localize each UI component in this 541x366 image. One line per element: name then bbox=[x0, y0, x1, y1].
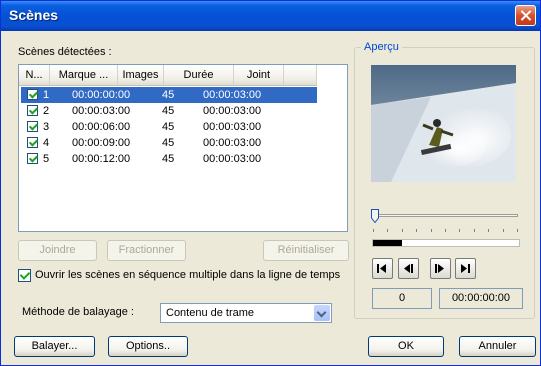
preview-image bbox=[371, 65, 516, 182]
open-multiple-checkbox[interactable] bbox=[18, 269, 31, 282]
close-button[interactable] bbox=[515, 5, 536, 26]
options-button[interactable]: Options.. bbox=[108, 336, 188, 357]
scene-mark: 00:00:09:00 bbox=[72, 137, 131, 149]
scan-button[interactable]: Balayer... bbox=[14, 336, 95, 357]
scene-number: 1 bbox=[43, 89, 50, 101]
column-duration[interactable]: Durée bbox=[164, 65, 234, 85]
column-mark[interactable]: Marque ... bbox=[50, 65, 118, 85]
table-row[interactable]: 5 00:00:12:00 45 00:00:03:00 bbox=[21, 151, 317, 167]
window-title: Scènes bbox=[9, 7, 59, 23]
go-to-end-button[interactable] bbox=[455, 258, 476, 279]
column-joint[interactable]: Joint bbox=[234, 65, 284, 85]
progress-fill bbox=[373, 240, 403, 246]
ok-button[interactable]: OK bbox=[368, 336, 444, 357]
scan-method-value: Contenu de trame bbox=[166, 307, 255, 319]
timecode-field: 00:00:00:00 bbox=[439, 288, 523, 309]
column-number[interactable]: N... bbox=[19, 65, 50, 85]
table-row[interactable]: 2 00:00:03:00 45 00:00:03:00 bbox=[21, 103, 317, 119]
scene-images: 45 bbox=[162, 89, 175, 101]
row-checkbox[interactable] bbox=[27, 121, 38, 132]
scene-number: 5 bbox=[43, 153, 50, 165]
slider-tick bbox=[401, 229, 403, 232]
reset-button[interactable]: Réinitialiser bbox=[263, 240, 349, 261]
open-multiple-label[interactable]: Ouvrir les scènes en séquence multiple d… bbox=[35, 269, 340, 281]
go-to-start-icon bbox=[377, 264, 386, 273]
cancel-button[interactable]: Annuler bbox=[459, 336, 536, 357]
go-to-start-button[interactable] bbox=[372, 258, 393, 279]
scene-number: 4 bbox=[43, 137, 50, 149]
row-checkbox[interactable] bbox=[27, 137, 38, 148]
slider-ticks bbox=[373, 229, 519, 232]
slider-tick bbox=[416, 229, 418, 232]
preview-slider-track[interactable] bbox=[372, 214, 518, 217]
split-button[interactable]: Fractionner bbox=[107, 240, 186, 261]
preview-progress bbox=[372, 239, 520, 247]
table-row[interactable]: 1 00:00:00:00 45 00:00:03:00 bbox=[21, 87, 317, 103]
scenes-dialog: Scènes Scènes détectées : N... Marque ..… bbox=[0, 0, 541, 366]
scene-duration: 00:00:03:00 bbox=[203, 137, 262, 149]
scene-duration: 00:00:03:00 bbox=[203, 105, 262, 117]
slider-tick bbox=[488, 229, 490, 232]
column-images[interactable]: Images bbox=[118, 65, 164, 85]
list-header: N... Marque ... Images Durée Joint bbox=[19, 65, 317, 86]
scene-duration: 00:00:03:00 bbox=[203, 121, 262, 133]
frame-number-field: 0 bbox=[372, 288, 432, 309]
scenes-list[interactable]: N... Marque ... Images Durée Joint 1 00:0… bbox=[18, 64, 348, 232]
slider-tick bbox=[459, 229, 461, 232]
chevron-down-icon[interactable] bbox=[314, 305, 330, 321]
scene-images: 45 bbox=[162, 137, 175, 149]
detected-scenes-label: Scènes détectées : bbox=[18, 46, 112, 58]
scene-images: 45 bbox=[162, 153, 175, 165]
scene-mark: 00:00:06:00 bbox=[72, 121, 131, 133]
slider-tick bbox=[387, 229, 389, 232]
step-back-icon bbox=[404, 264, 413, 273]
scan-method-label: Méthode de balayage : bbox=[22, 306, 134, 318]
scene-mark: 00:00:12:00 bbox=[72, 153, 131, 165]
column-spacer bbox=[284, 65, 317, 85]
title-bar[interactable]: Scènes bbox=[1, 1, 540, 31]
scene-images: 45 bbox=[162, 121, 175, 133]
scene-images: 45 bbox=[162, 105, 175, 117]
join-button[interactable]: Joindre bbox=[18, 240, 97, 261]
preview-title: Aperçu bbox=[361, 41, 402, 53]
step-forward-icon bbox=[435, 264, 444, 273]
slider-tick bbox=[445, 229, 446, 232]
step-forward-button[interactable] bbox=[430, 258, 451, 279]
table-row[interactable]: 3 00:00:06:00 45 00:00:03:00 bbox=[21, 119, 317, 135]
step-back-button[interactable] bbox=[398, 258, 419, 279]
slider-tick bbox=[373, 229, 374, 232]
go-to-end-icon bbox=[461, 264, 470, 273]
slider-thumb[interactable] bbox=[371, 209, 379, 223]
scene-mark: 00:00:00:00 bbox=[72, 89, 131, 101]
row-checkbox[interactable] bbox=[27, 89, 38, 100]
table-row[interactable]: 4 00:00:09:00 45 00:00:03:00 bbox=[21, 135, 317, 151]
scene-duration: 00:00:03:00 bbox=[203, 89, 262, 101]
slider-tick bbox=[517, 229, 518, 232]
scan-method-select[interactable]: Contenu de trame bbox=[160, 303, 332, 323]
scene-mark: 00:00:03:00 bbox=[72, 105, 131, 117]
row-checkbox[interactable] bbox=[27, 153, 38, 164]
slider-tick bbox=[502, 229, 504, 232]
scene-number: 2 bbox=[43, 105, 50, 117]
scene-duration: 00:00:03:00 bbox=[203, 153, 262, 165]
slider-tick bbox=[430, 229, 432, 232]
scene-number: 3 bbox=[43, 121, 50, 133]
row-checkbox[interactable] bbox=[27, 105, 38, 116]
slider-tick bbox=[473, 229, 475, 232]
